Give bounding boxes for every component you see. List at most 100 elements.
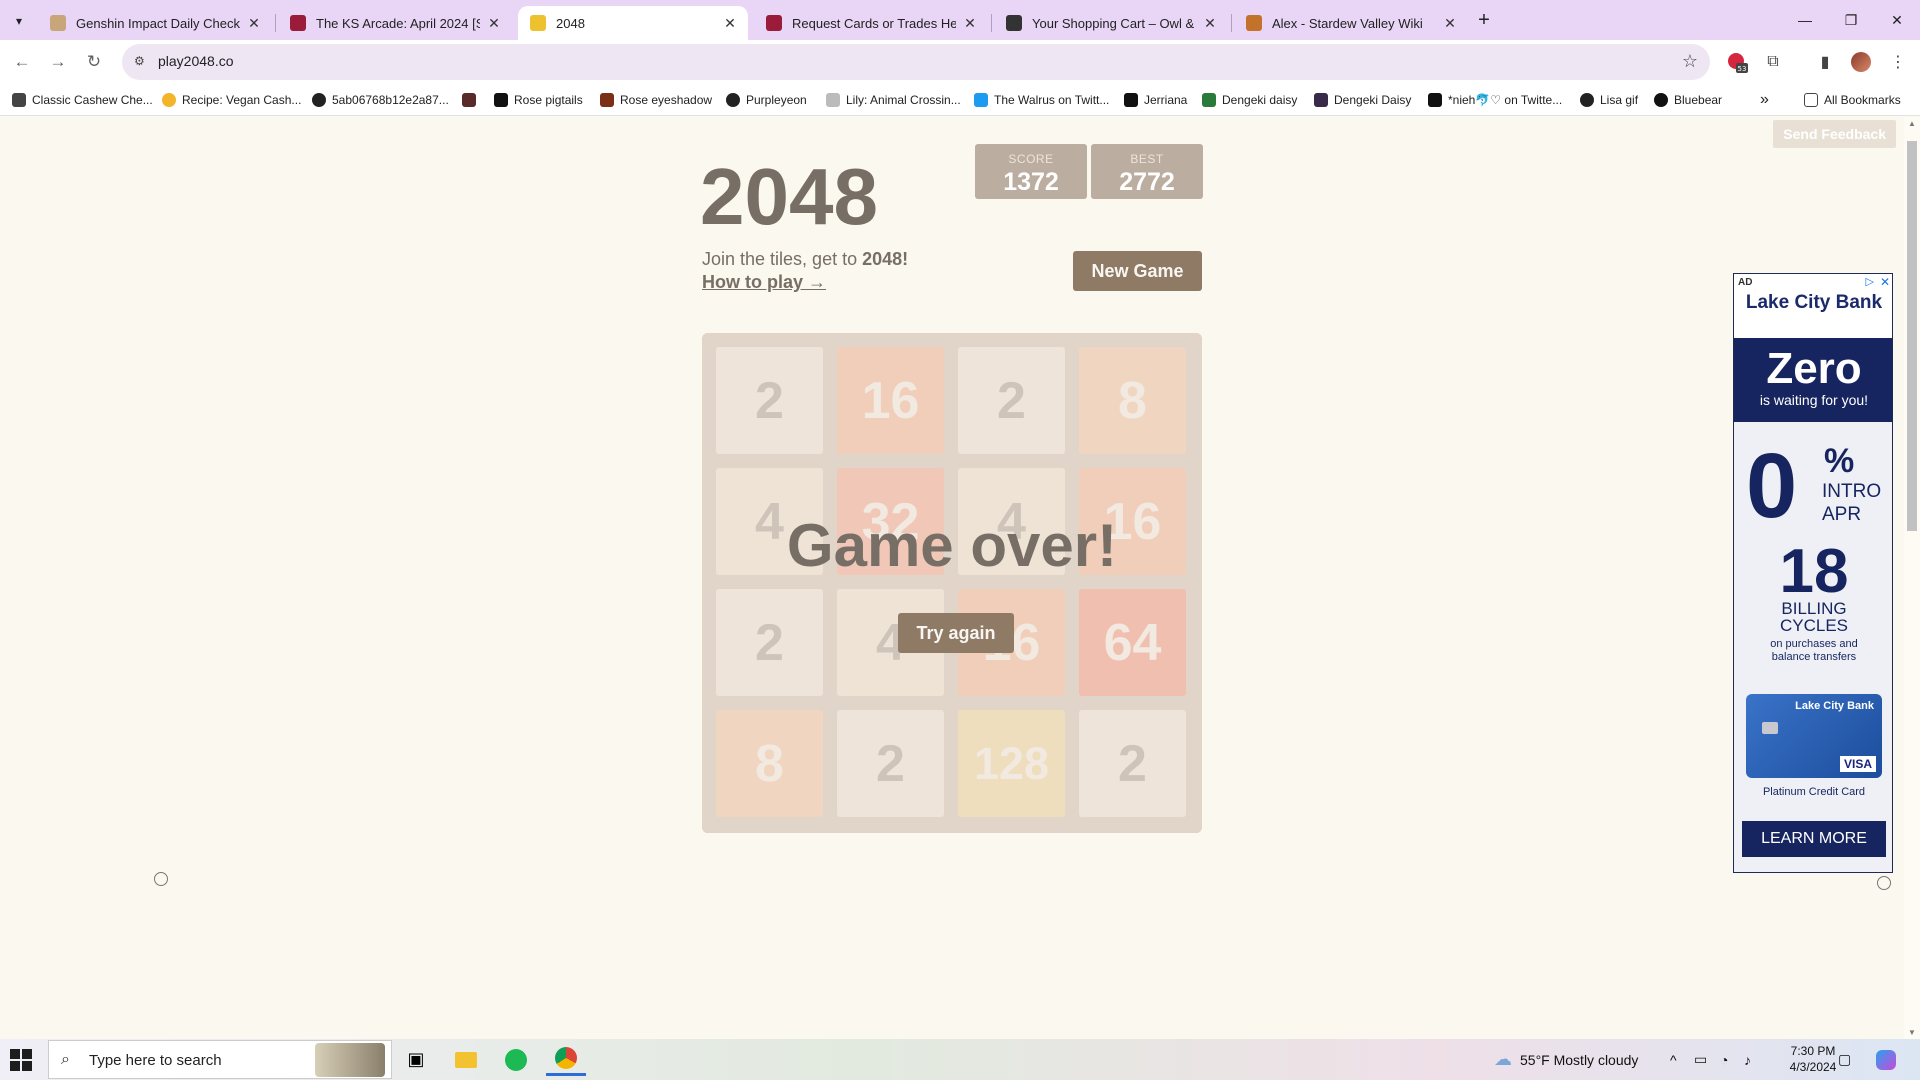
bookmark-item[interactable]: Dengeki daisy [1202, 91, 1297, 109]
weather-text: 55°F Mostly cloudy [1520, 1051, 1639, 1068]
tab-ks-arcade[interactable]: The KS Arcade: April 2024 [Sold ✕ [278, 6, 512, 40]
tab-separator [275, 14, 276, 32]
bookmark-star-icon[interactable]: ☆ [1682, 51, 1698, 72]
spotify-button[interactable] [496, 1043, 536, 1076]
close-icon[interactable]: ✕ [722, 15, 738, 31]
tab-title: Alex - Stardew Valley Wiki [1272, 15, 1423, 31]
adchoices-icon[interactable] [154, 872, 168, 886]
twitter-bird-icon [974, 93, 988, 107]
bookmark-item[interactable]: Jerriana [1124, 91, 1187, 109]
close-icon[interactable]: ✕ [1880, 275, 1890, 289]
windows-logo-icon [10, 1049, 20, 1059]
forward-arrow-icon: → [49, 52, 67, 71]
bookmark-icon [162, 93, 176, 107]
back-arrow-icon: ← [13, 52, 31, 71]
bookmark-item[interactable]: Recipe: Vegan Cash... [162, 91, 301, 109]
ad-info-icon[interactable]: ▷ [1866, 275, 1874, 288]
show-hidden-icons-button[interactable]: ^ [1670, 1039, 1677, 1080]
url-text[interactable]: play2048.co [158, 53, 234, 69]
page-scrollbar[interactable]: ▲ ▼ [1904, 117, 1920, 1039]
volume-icon[interactable]: ♪ [1744, 1039, 1751, 1080]
scroll-up-icon[interactable]: ▲ [1907, 119, 1917, 128]
how-to-play-link[interactable]: How to play → [702, 272, 826, 293]
bookmark-item[interactable]: Classic Cashew Che... [12, 91, 153, 109]
side-panel-icon[interactable]: ▮ [1813, 50, 1837, 74]
spotify-icon [505, 1048, 527, 1071]
restore-button[interactable]: ❐ [1828, 0, 1874, 40]
forward-button[interactable]: → [44, 48, 72, 76]
close-icon[interactable]: ✕ [246, 15, 262, 31]
tab-strip: ▾ Genshin Impact Daily Check-In ✕ The KS… [0, 0, 1920, 40]
file-explorer-button[interactable] [446, 1043, 486, 1076]
notifications-icon[interactable]: ▢ [1838, 1039, 1851, 1080]
chrome-button[interactable] [546, 1043, 586, 1076]
extensions-puzzle-icon[interactable]: ⧉ [1761, 50, 1785, 74]
tab-genshin[interactable]: Genshin Impact Daily Check-In ✕ [38, 6, 272, 40]
site-info-icon[interactable]: ⚙ [134, 54, 150, 70]
score-value: 1372 [1003, 168, 1059, 196]
tab-title: 2048 [556, 15, 585, 31]
bookmark-item[interactable] [462, 91, 482, 109]
ad-cycles: 18 [1779, 537, 1849, 606]
learn-more-button[interactable]: LEARN MORE [1742, 821, 1886, 857]
bookmark-item[interactable]: *nieh🐬♡ on Twitte... [1428, 91, 1562, 109]
scrollbar-thumb[interactable] [1907, 141, 1917, 531]
bookmark-item[interactable]: Dengeki Daisy [1314, 91, 1411, 109]
weather-widget[interactable]: ☁ 55°F Mostly cloudy [1494, 1039, 1638, 1080]
tab-stardew[interactable]: Alex - Stardew Valley Wiki ✕ [1234, 6, 1468, 40]
copilot-icon[interactable] [1876, 1039, 1896, 1080]
tab-search-button[interactable]: ▾ [6, 8, 32, 34]
menu-kebab-icon[interactable]: ⋮ [1886, 50, 1910, 74]
send-feedback-button[interactable]: Send Feedback [1773, 120, 1896, 148]
close-window-button[interactable]: ✕ [1874, 0, 1920, 40]
try-again-button[interactable]: Try again [898, 613, 1014, 653]
back-button[interactable]: ← [8, 48, 36, 76]
start-button[interactable] [10, 1049, 32, 1071]
extension-badge-icon[interactable]: 53 [1725, 50, 1749, 74]
bookmark-label: Bluebear [1674, 93, 1723, 107]
tab-shopping-cart[interactable]: Your Shopping Cart – Owl & Go ✕ [994, 6, 1228, 40]
close-icon[interactable]: ✕ [1442, 15, 1458, 31]
new-game-button[interactable]: New Game [1073, 251, 1202, 291]
windows-taskbar: ⌕ Type here to search ▣ ☁ 55°F Mostly clo… [0, 1039, 1920, 1080]
tab-request-cards[interactable]: Request Cards or Trades Here - ✕ [754, 6, 988, 40]
bookmark-label: Lily: Animal Crossin... [846, 93, 961, 107]
wifi-icon[interactable]: ◔ [1720, 1039, 1728, 1080]
meet-now-icon[interactable]: ▭ [1694, 1039, 1707, 1080]
reload-button[interactable]: ↻ [80, 48, 108, 76]
bookmark-item[interactable]: The Walrus on Twitt... [974, 91, 1109, 109]
close-icon: ✕ [1891, 11, 1903, 28]
bookmark-item[interactable]: Rose eyeshadow [600, 91, 712, 109]
bookmark-item[interactable]: Lisa gif [1580, 91, 1638, 109]
profile-avatar[interactable] [1849, 50, 1873, 74]
bookmark-item[interactable]: Rose pigtails [494, 91, 583, 109]
close-icon[interactable]: ✕ [1202, 15, 1218, 31]
bookmark-item[interactable]: Purpleyeon [726, 91, 807, 109]
x-logo-icon [1428, 93, 1442, 107]
intro-text: Join the tiles, get to [702, 249, 863, 269]
task-view-button[interactable]: ▣ [396, 1043, 436, 1076]
chevron-up-icon: ^ [1670, 1051, 1677, 1068]
svg-text:53: 53 [1738, 65, 1747, 73]
more-bookmarks-button[interactable]: » [1760, 91, 1769, 109]
scroll-down-icon[interactable]: ▼ [1907, 1028, 1917, 1037]
close-icon[interactable]: ✕ [486, 15, 502, 31]
tab-title: The KS Arcade: April 2024 [Sold [316, 15, 480, 31]
adchoices-icon[interactable] [1877, 876, 1891, 890]
minimize-button[interactable]: — [1782, 0, 1828, 40]
new-tab-button[interactable]: + [1471, 8, 1497, 34]
bookmark-icon [312, 93, 326, 107]
game-title: 2048 [700, 152, 878, 241]
tab-2048[interactable]: 2048 ✕ [518, 6, 748, 40]
bank-ad[interactable]: AD ▷ ✕ Lake City Bank Zero is waiting fo… [1733, 273, 1893, 873]
bookmark-icon [12, 93, 26, 107]
bookmark-item[interactable]: Lily: Animal Crossin... [826, 91, 961, 109]
bookmark-item[interactable]: 5ab06768b12e2a87... [312, 91, 449, 109]
address-bar[interactable]: ⚙ play2048.co ☆ [122, 44, 1710, 80]
taskbar-search[interactable]: ⌕ Type here to search [48, 1040, 392, 1079]
bookmark-label: The Walrus on Twitt... [994, 93, 1110, 107]
best-box: BEST 2772 [1091, 144, 1203, 199]
all-bookmarks-button[interactable]: All Bookmarks [1804, 91, 1901, 109]
bookmark-item[interactable]: Bluebear [1654, 91, 1722, 109]
close-icon[interactable]: ✕ [962, 15, 978, 31]
